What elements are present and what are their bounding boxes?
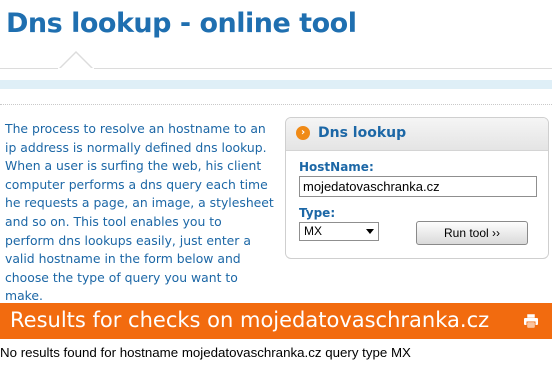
type-select[interactable]: MX (299, 222, 379, 241)
no-results-message: No results found for hostname mojedatova… (0, 345, 411, 360)
type-label: Type: (299, 206, 336, 220)
printer-icon[interactable] (523, 313, 539, 329)
dotted-divider (0, 104, 552, 105)
hostname-input[interactable]: mojedatovaschranka.cz (299, 176, 537, 197)
dns-lookup-panel: › Dns lookup HostName: mojedatovaschrank… (285, 117, 549, 259)
type-select-value: MX (304, 224, 322, 238)
header-strip (0, 80, 552, 89)
page-title: Dns lookup - online tool (6, 8, 357, 39)
intro-text: The process to resolve an hostname to an… (5, 121, 274, 304)
arrow-right-icon: › (296, 126, 310, 140)
hostname-label: HostName: (299, 160, 374, 174)
panel-title: Dns lookup (318, 125, 407, 141)
notch-gap (58, 68, 94, 70)
run-tool-button[interactable]: Run tool ›› (416, 221, 528, 245)
panel-header: › Dns lookup (286, 118, 548, 151)
results-bar: Results for checks on mojedatovaschranka… (0, 303, 552, 339)
results-title: Results for checks on mojedatovaschranka… (10, 308, 490, 332)
chevron-down-icon (366, 229, 374, 234)
